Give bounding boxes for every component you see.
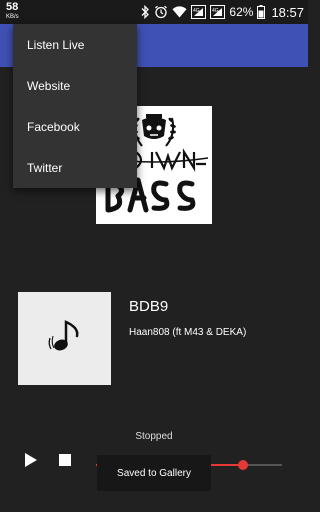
play-icon [25,453,37,467]
player-status: Stopped [135,431,173,442]
music-note-icon [45,316,85,361]
status-bar: 58 KB/s 4G 4G 62% 18:57 [0,0,308,24]
stop-button[interactable] [57,452,73,468]
status-icons: 4G 4G 62% 18:57 [140,3,304,21]
bluetooth-icon [140,5,150,19]
signal-sim1-icon: 4G [191,5,207,19]
network-speed: 58 KB/s [6,1,19,21]
seek-thumb[interactable] [237,460,248,470]
battery-icon [257,5,266,19]
clock: 18:57 [271,4,304,20]
menu-item-website[interactable]: Website [13,65,137,106]
play-button[interactable] [22,451,40,469]
network-speed-value: 58 [6,1,19,13]
network-speed-unit: KB/s [6,14,19,20]
battery-percent: 62% [229,5,254,19]
svg-text:4G: 4G [193,8,200,14]
album-art [18,292,111,385]
menu-item-listen-live[interactable]: Listen Live [13,24,137,65]
track-title: BDB9 [129,298,169,315]
menu-item-twitter[interactable]: Twitter [13,147,137,188]
signal-sim2-icon: 4G [210,5,226,19]
alarm-icon [154,5,168,19]
menu-item-facebook[interactable]: Facebook [13,106,137,147]
toast: Saved to Gallery [97,455,211,491]
stop-icon [59,454,71,466]
wifi-icon [172,6,187,18]
svg-text:4G: 4G [212,8,219,14]
overflow-menu: Listen Live Website Facebook Twitter [13,24,137,188]
track-artist: Haan808 (ft M43 & DEKA) [129,327,247,338]
